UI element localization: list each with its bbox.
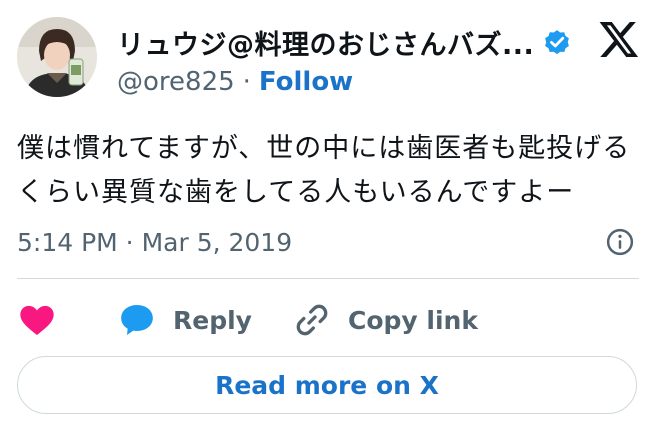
timestamp-row: 5:14 PM · Mar 5, 2019 xyxy=(17,222,647,262)
author-name-row: リュウジ@料理のおじさんバズ... xyxy=(117,22,572,62)
reply-button[interactable] xyxy=(117,300,157,340)
heart-icon xyxy=(20,305,54,335)
reply-label[interactable]: Reply xyxy=(173,306,252,335)
tweet-text-line: 僕は慣れてますが、世の中には歯医者も匙投げる xyxy=(17,133,631,164)
display-name[interactable]: リュウジ@料理のおじさんバズ... xyxy=(117,23,534,62)
verified-badge-icon xyxy=(542,27,572,57)
timestamp-link[interactable]: 5:14 PM · Mar 5, 2019 xyxy=(17,228,292,257)
speech-bubble-icon xyxy=(121,305,153,335)
info-icon[interactable] xyxy=(605,227,635,257)
like-button[interactable] xyxy=(17,300,57,340)
avatar[interactable] xyxy=(17,17,97,97)
copy-link-button[interactable] xyxy=(292,300,332,340)
handle[interactable]: @ore825 xyxy=(117,67,235,97)
divider xyxy=(17,278,639,279)
copy-link-label[interactable]: Copy link xyxy=(348,306,478,335)
x-logo-icon[interactable] xyxy=(598,18,640,60)
embedded-tweet-card: リュウジ@料理のおじさんバズ... @ore825 · Follow 僕は慣れて… xyxy=(0,0,664,434)
read-more-button[interactable]: Read more on X xyxy=(17,356,637,414)
separator-dot: · xyxy=(242,67,251,97)
tweet-text-line: くらい異質な歯をしてる人もいるんですよー xyxy=(17,177,575,208)
action-bar: Reply Copy link xyxy=(17,297,478,343)
tweet-text: 僕は慣れてますが、世の中には歯医者も匙投げる くらい異質な歯をしてる人もいるんで… xyxy=(17,127,647,215)
read-more-label: Read more on X xyxy=(215,370,439,400)
handle-row: @ore825 · Follow xyxy=(117,64,353,100)
link-icon xyxy=(296,304,328,336)
follow-link[interactable]: Follow xyxy=(259,67,353,97)
